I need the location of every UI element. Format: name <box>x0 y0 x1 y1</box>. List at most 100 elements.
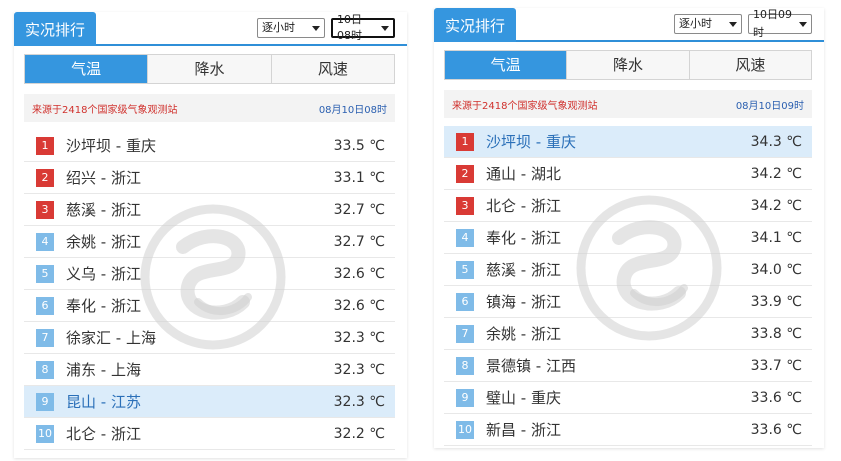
station-name: 新昌 - 浙江 <box>486 421 561 439</box>
rank-badge: 10 <box>36 424 54 443</box>
table-row[interactable]: 9 璧山 - 重庆 33.6 ℃ <box>444 382 812 414</box>
rank-badge: 9 <box>456 388 474 407</box>
time-selectors: 逐小时 10日09时 <box>674 8 812 39</box>
rank-badge: 6 <box>456 292 474 311</box>
table-row[interactable]: 5 慈溪 - 浙江 34.0 ℃ <box>444 254 812 286</box>
temperature-value: 32.3 ℃ <box>333 393 385 410</box>
table-row[interactable]: 1 沙坪坝 - 重庆 33.5 ℃ <box>24 130 395 162</box>
table-row[interactable]: 3 北仑 - 浙江 34.2 ℃ <box>444 190 812 222</box>
temperature-value: 33.7 ℃ <box>750 357 802 374</box>
station-name: 奉化 - 浙江 <box>486 229 561 247</box>
interval-select[interactable]: 逐小时 <box>257 18 325 38</box>
temperature-value: 32.7 ℃ <box>333 201 385 218</box>
rank-badge: 5 <box>36 264 54 283</box>
table-row[interactable]: 1 沙坪坝 - 重庆 34.3 ℃ <box>444 126 812 158</box>
station-name: 北仑 - 浙江 <box>66 425 141 443</box>
table-row[interactable]: 6 镇海 - 浙江 33.9 ℃ <box>444 286 812 318</box>
time-select[interactable]: 10日08时 <box>331 13 395 42</box>
table-row[interactable]: 7 余姚 - 浙江 33.8 ℃ <box>444 318 812 350</box>
tab-wind-speed[interactable]: 风速 <box>271 55 394 83</box>
panel-header: 实况排行 逐小时 10日08时 <box>14 12 407 46</box>
temperature-value: 32.3 ℃ <box>333 361 385 378</box>
temperature-value: 33.8 ℃ <box>750 325 802 342</box>
station-name: 徐家汇 - 上海 <box>66 329 156 347</box>
interval-select-value: 逐小时 <box>262 21 295 34</box>
panel-header: 实况排行 逐小时 10日09时 <box>434 8 824 42</box>
caret-down-icon <box>312 25 320 31</box>
rank-badge: 4 <box>456 228 474 247</box>
table-row[interactable]: 2 绍兴 - 浙江 33.1 ℃ <box>24 162 395 194</box>
rank-badge: 7 <box>36 328 54 347</box>
temperature-value: 34.1 ℃ <box>750 229 802 246</box>
interval-select-value: 逐小时 <box>679 17 712 30</box>
table-row[interactable]: 8 浦东 - 上海 32.3 ℃ <box>24 354 395 386</box>
table-row[interactable]: 10 新昌 - 浙江 33.6 ℃ <box>444 414 812 446</box>
station-name: 北仑 - 浙江 <box>486 197 561 215</box>
table-row[interactable]: 2 通山 - 湖北 34.2 ℃ <box>444 158 812 190</box>
rank-badge: 9 <box>36 392 54 411</box>
rank-badge: 1 <box>36 136 54 155</box>
table-row[interactable]: 4 奉化 - 浙江 34.1 ℃ <box>444 222 812 254</box>
temperature-value: 32.2 ℃ <box>333 425 385 442</box>
time-select-value: 10日09时 <box>753 8 792 39</box>
table-row[interactable]: 6 奉化 - 浙江 32.6 ℃ <box>24 290 395 322</box>
temperature-value: 34.3 ℃ <box>750 133 802 150</box>
table-row[interactable]: 8 景德镇 - 江西 33.7 ℃ <box>444 350 812 382</box>
table-row[interactable]: 10 北仑 - 浙江 32.2 ℃ <box>24 418 395 450</box>
station-name: 沙坪坝 - 重庆 <box>66 137 156 155</box>
temperature-value: 34.2 ℃ <box>750 165 802 182</box>
temperature-value: 32.6 ℃ <box>333 297 385 314</box>
tab-precipitation[interactable]: 降水 <box>567 51 690 79</box>
rank-badge: 3 <box>456 196 474 215</box>
station-name: 镇海 - 浙江 <box>486 293 561 311</box>
station-name: 余姚 - 浙江 <box>66 233 141 251</box>
tab-precipitation[interactable]: 降水 <box>148 55 272 83</box>
tab-wind-speed[interactable]: 风速 <box>689 51 811 79</box>
caret-down-icon <box>381 25 389 31</box>
station-name: 璧山 - 重庆 <box>486 389 561 407</box>
observation-time: 08月10日09时 <box>735 100 804 112</box>
metric-tabs: 气温 降水 风速 <box>444 50 812 80</box>
station-name: 义乌 - 浙江 <box>66 265 141 283</box>
rank-badge: 1 <box>456 132 474 151</box>
temperature-value: 33.1 ℃ <box>333 169 385 186</box>
station-name: 绍兴 - 浙江 <box>66 169 141 187</box>
table-row[interactable]: 3 慈溪 - 浙江 32.7 ℃ <box>24 194 395 226</box>
rank-badge: 3 <box>36 200 54 219</box>
rank-badge: 10 <box>456 420 474 439</box>
rank-badge: 2 <box>36 168 54 187</box>
time-selectors: 逐小时 10日08时 <box>257 13 395 42</box>
station-name: 奉化 - 浙江 <box>66 297 141 315</box>
station-name: 通山 - 湖北 <box>486 165 561 183</box>
rank-badge: 8 <box>456 356 474 375</box>
temperature-value: 34.0 ℃ <box>750 261 802 278</box>
station-name: 景德镇 - 江西 <box>486 357 576 375</box>
table-row[interactable]: 7 徐家汇 - 上海 32.3 ℃ <box>24 322 395 354</box>
table-row[interactable]: 9 昆山 - 江苏 32.3 ℃ <box>24 386 395 418</box>
tab-temperature[interactable]: 气温 <box>25 55 149 83</box>
rank-badge: 5 <box>456 260 474 279</box>
table-row[interactable]: 5 义乌 - 浙江 32.6 ℃ <box>24 258 395 290</box>
temperature-value: 32.6 ℃ <box>333 265 385 282</box>
temperature-value: 34.2 ℃ <box>750 197 802 214</box>
caret-down-icon <box>729 21 737 27</box>
station-name: 慈溪 - 浙江 <box>66 201 141 219</box>
ranking-panel-right: 实况排行 逐小时 10日09时 气温 降水 风速 来源于2418个国家级气象观测… <box>434 8 824 448</box>
time-select[interactable]: 10日09时 <box>748 8 812 39</box>
station-name: 浦东 - 上海 <box>66 361 141 379</box>
interval-select[interactable]: 逐小时 <box>674 14 742 34</box>
source-text: 来源于2418个国家级气象观测站 <box>32 104 178 116</box>
table-row[interactable]: 4 余姚 - 浙江 32.7 ℃ <box>24 226 395 258</box>
ranking-panel-left: 实况排行 逐小时 10日08时 气温 降水 风速 来源于2418个国家级气象观测… <box>14 12 407 458</box>
temperature-value: 33.9 ℃ <box>750 293 802 310</box>
temperature-value: 33.6 ℃ <box>750 421 802 438</box>
rank-badge: 6 <box>36 296 54 315</box>
rank-badge: 7 <box>456 324 474 343</box>
rank-badge: 4 <box>36 232 54 251</box>
tab-temperature[interactable]: 气温 <box>445 51 568 79</box>
source-bar: 来源于2418个国家级气象观测站 08月10日09时 <box>444 90 812 118</box>
station-name: 余姚 - 浙江 <box>486 325 561 343</box>
panel-title: 实况排行 <box>434 8 517 42</box>
metric-tabs: 气温 降水 风速 <box>24 54 395 84</box>
caret-down-icon <box>799 21 807 27</box>
